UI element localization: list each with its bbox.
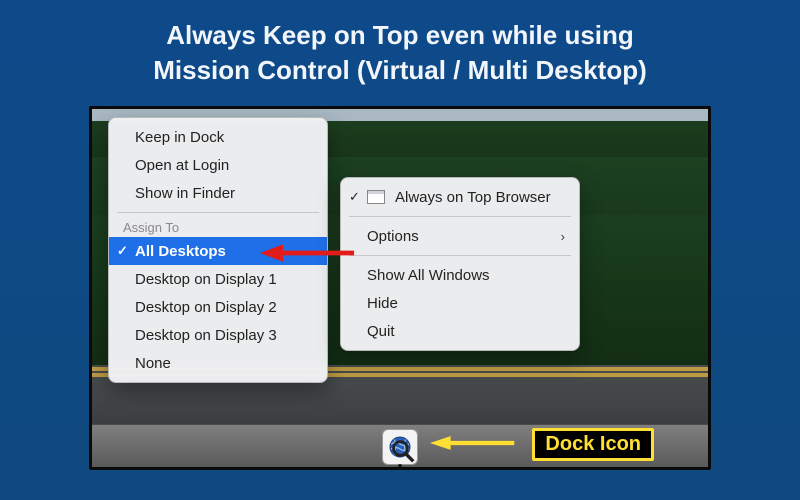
- headline-line2: Mission Control (Virtual / Multi Desktop…: [153, 55, 647, 85]
- menu-item-desktop-display-1[interactable]: Desktop on Display 1: [109, 265, 327, 293]
- checkmark-icon: ✓: [117, 243, 128, 259]
- menu-separator: [117, 212, 319, 213]
- menu-label: Desktop on Display 2: [135, 299, 277, 316]
- headline-line1: Always Keep on Top even while using: [166, 20, 634, 50]
- menu-label: All Desktops: [135, 243, 226, 260]
- menu-label: Keep in Dock: [135, 129, 224, 146]
- window-icon: [367, 190, 385, 204]
- menu-item-show-in-finder[interactable]: Show in Finder: [109, 179, 327, 207]
- checkmark-icon: ✓: [349, 189, 360, 205]
- menu-separator: [349, 255, 571, 256]
- assign-to-submenu: Keep in Dock Open at Login Show in Finde…: [108, 117, 328, 383]
- menu-item-quit[interactable]: Quit: [341, 317, 579, 345]
- screenshot-frame: Keep in Dock Open at Login Show in Finde…: [89, 106, 711, 470]
- menu-item-desktop-display-2[interactable]: Desktop on Display 2: [109, 293, 327, 321]
- menu-label: None: [135, 355, 171, 372]
- menu-label: Hide: [367, 295, 398, 312]
- menu-label: Always on Top Browser: [395, 189, 551, 206]
- app-icon: [382, 429, 418, 465]
- dock-icon[interactable]: [382, 429, 418, 465]
- menu-label: Options: [367, 228, 419, 245]
- callout-label: Dock Icon: [545, 433, 641, 455]
- dock-context-menu: ✓ Always on Top Browser Options › Show A…: [340, 177, 580, 351]
- dock-icon-callout: Dock Icon: [532, 428, 654, 461]
- menu-item-all-desktops[interactable]: ✓ All Desktops: [109, 237, 327, 265]
- magnifier-icon: [391, 439, 415, 463]
- menu-label: Open at Login: [135, 157, 229, 174]
- menu-label: Show in Finder: [135, 185, 235, 202]
- assign-to-label: Assign To: [109, 218, 327, 237]
- menu-item-app-window[interactable]: ✓ Always on Top Browser: [341, 183, 579, 211]
- menu-item-show-all-windows[interactable]: Show All Windows: [341, 261, 579, 289]
- running-indicator: [398, 464, 402, 468]
- headline: Always Keep on Top even while using Miss…: [0, 0, 800, 96]
- menu-item-open-at-login[interactable]: Open at Login: [109, 151, 327, 179]
- menu-item-none[interactable]: None: [109, 349, 327, 377]
- menu-label: Show All Windows: [367, 267, 490, 284]
- chevron-right-icon: ›: [561, 229, 565, 244]
- menu-label: Quit: [367, 323, 395, 340]
- menu-label: Desktop on Display 3: [135, 327, 277, 344]
- menu-item-desktop-display-3[interactable]: Desktop on Display 3: [109, 321, 327, 349]
- menu-separator: [349, 216, 571, 217]
- menu-label: Desktop on Display 1: [135, 271, 277, 288]
- menu-item-keep-in-dock[interactable]: Keep in Dock: [109, 123, 327, 151]
- menu-item-hide[interactable]: Hide: [341, 289, 579, 317]
- menu-item-options[interactable]: Options ›: [341, 222, 579, 250]
